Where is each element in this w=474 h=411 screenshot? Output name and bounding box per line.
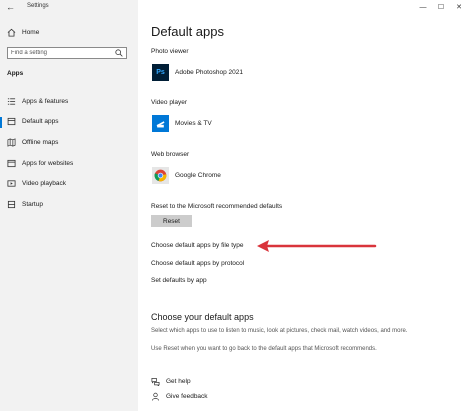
reset-button[interactable]: Reset (151, 215, 192, 227)
reset-label: Reset to the Microsoft recommended defau… (151, 203, 283, 210)
sidebar-item-label: Startup (22, 200, 43, 208)
window-title: Settings (27, 3, 49, 9)
get-help-link[interactable]: Get help (151, 377, 191, 386)
search-box[interactable] (7, 47, 127, 59)
sidebar-item-label: Apps for websites (22, 159, 74, 167)
annotation-arrow-icon (257, 240, 377, 252)
web-browser-app[interactable]: Google Chrome (152, 167, 221, 184)
give-feedback-label: Give feedback (166, 393, 208, 400)
home-nav-item[interactable]: Home (7, 28, 39, 37)
default-apps-icon (7, 117, 16, 126)
sidebar-item-label: Video playback (22, 180, 66, 188)
web-browser-app-name: Google Chrome (175, 172, 221, 179)
sidebar-item-label: Default apps (22, 118, 59, 126)
photo-viewer-app[interactable]: Ps Adobe Photoshop 2021 (152, 64, 243, 81)
sidebar-item-apps-features[interactable]: Apps & features (0, 91, 138, 112)
sidebar-item-label: Apps & features (22, 97, 69, 105)
sidebar-item-apps-for-websites[interactable]: Apps for websites (0, 153, 138, 174)
home-label: Home (22, 29, 40, 36)
feedback-icon (151, 392, 160, 401)
video-icon (7, 179, 16, 188)
photo-viewer-app-name: Adobe Photoshop 2021 (175, 69, 243, 76)
movies-tv-icon (152, 115, 169, 132)
sidebar: Home Apps Apps & features Default apps O… (0, 0, 138, 411)
help-chat-icon (151, 377, 160, 386)
web-browser-label: Web browser (151, 151, 190, 158)
search-input[interactable] (11, 48, 111, 58)
reset-description: Use Reset when you want to go back to th… (151, 346, 377, 352)
web-apps-icon (7, 159, 16, 168)
sidebar-nav: Apps & features Default apps Offline map… (0, 91, 138, 215)
choose-by-file-type-link[interactable]: Choose default apps by file type (151, 242, 244, 249)
maximize-icon[interactable]: ☐ (432, 0, 450, 14)
page-title: Default apps (151, 24, 224, 39)
sidebar-item-label: Offline maps (22, 138, 59, 146)
startup-icon (7, 200, 16, 209)
give-feedback-link[interactable]: Give feedback (151, 392, 208, 401)
video-player-label: Video player (151, 99, 188, 106)
choose-by-protocol-link[interactable]: Choose default apps by protocol (151, 260, 244, 267)
home-icon (7, 28, 16, 37)
choose-default-apps-heading: Choose your default apps (151, 312, 254, 322)
map-icon (7, 138, 16, 147)
chrome-icon (152, 167, 169, 184)
sidebar-item-default-apps[interactable]: Default apps (0, 112, 138, 133)
choose-description: Select which apps to use to listen to mu… (151, 328, 408, 334)
photoshop-icon: Ps (152, 64, 169, 81)
close-icon[interactable]: ✕ (450, 0, 468, 14)
window-controls: — ☐ ✕ (414, 0, 468, 14)
title-bar: ← Settings — ☐ ✕ (0, 0, 474, 14)
video-player-app[interactable]: Movies & TV (152, 115, 212, 132)
minimize-icon[interactable]: — (414, 0, 432, 14)
sidebar-item-video-playback[interactable]: Video playback (0, 173, 138, 194)
apps-features-icon (7, 97, 16, 106)
sidebar-item-startup[interactable]: Startup (0, 194, 138, 215)
set-defaults-by-app-link[interactable]: Set defaults by app (151, 277, 207, 284)
photo-viewer-label: Photo viewer (151, 48, 189, 55)
back-arrow-icon[interactable]: ← (6, 2, 15, 12)
get-help-label: Get help (166, 378, 191, 385)
search-icon[interactable] (115, 49, 123, 57)
video-player-app-name: Movies & TV (175, 120, 212, 127)
sidebar-section-apps: Apps (7, 70, 24, 77)
sidebar-item-offline-maps[interactable]: Offline maps (0, 132, 138, 153)
